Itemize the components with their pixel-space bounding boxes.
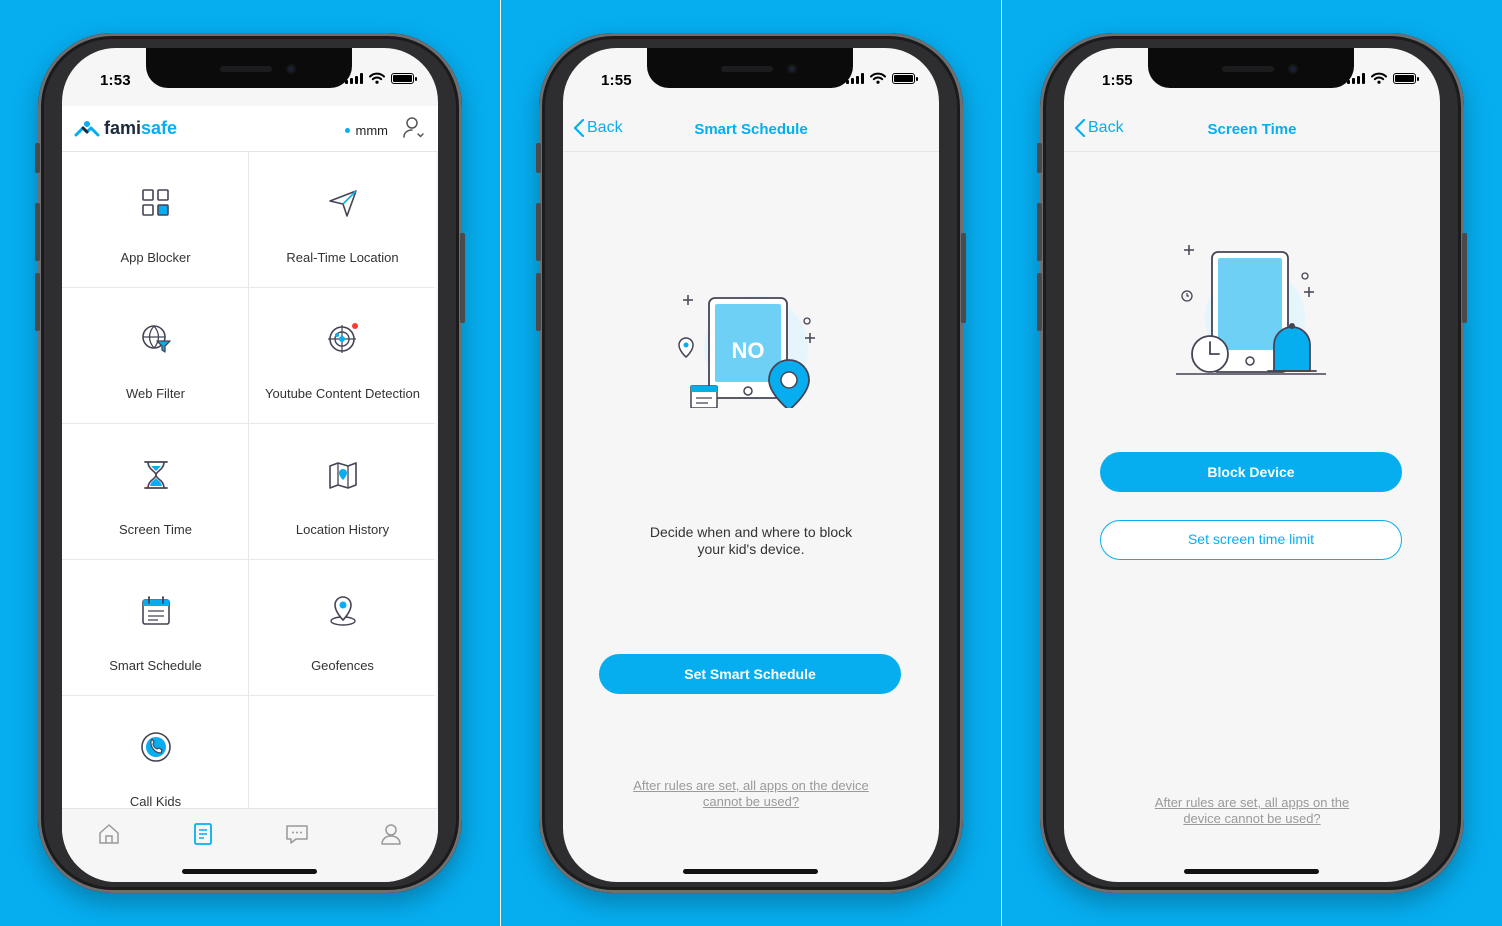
phone-screen: 1:53 famisafe mmm App Blocker Real-Time … xyxy=(62,48,438,882)
grid-divider xyxy=(62,695,434,696)
description-line: your kid's device. xyxy=(697,541,805,557)
mute-switch xyxy=(35,143,40,173)
grid-divider xyxy=(62,559,434,560)
app-blocker-icon xyxy=(141,189,169,216)
user-settings-icon[interactable] xyxy=(402,116,426,140)
help-line: cannot be used? xyxy=(702,794,800,809)
tile-label: Real-Time Location xyxy=(286,250,399,265)
status-time: 1:55 xyxy=(1102,72,1133,89)
tile-label: App Blocker xyxy=(120,250,191,265)
help-link[interactable]: After rules are set, all apps on the dev… xyxy=(563,778,939,810)
volume-up-button xyxy=(35,203,40,261)
volume-down-button xyxy=(1037,273,1042,331)
power-button xyxy=(961,233,966,323)
mute-switch xyxy=(1037,143,1042,173)
tile-screen-time[interactable]: Screen Time xyxy=(62,424,249,559)
wifi-icon xyxy=(369,72,385,84)
tile-label: Geofences xyxy=(311,658,374,673)
panel-smart-schedule: 1:55 Back Smart Schedule NO Decide when … xyxy=(501,0,1001,926)
app-header: famisafe mmm xyxy=(62,106,438,152)
description-line: Decide when and where to block xyxy=(649,524,853,540)
power-button xyxy=(1462,233,1467,323)
grid-divider xyxy=(62,287,434,288)
panel-app-features: 1:53 famisafe mmm App Blocker Real-Time … xyxy=(0,0,500,926)
messages-icon[interactable] xyxy=(284,821,310,847)
battery-icon xyxy=(1393,72,1419,84)
power-button xyxy=(460,233,465,323)
web-filter-icon xyxy=(141,325,171,353)
no-badge-text: NO xyxy=(732,338,765,363)
status-time: 1:53 xyxy=(100,72,131,89)
account-icon[interactable] xyxy=(378,821,404,847)
notch xyxy=(1148,48,1354,88)
status-time: 1:55 xyxy=(601,72,632,89)
famisafe-logo-icon xyxy=(74,120,100,136)
famisafe-logo: famisafe xyxy=(74,118,177,139)
panel-screen-time: 1:55 Back Screen Time Block Device Set s… xyxy=(1002,0,1502,926)
tile-geofences[interactable]: Geofences xyxy=(249,560,436,695)
help-link[interactable]: After rules are set, all apps on the dev… xyxy=(1064,795,1440,827)
notch xyxy=(647,48,853,88)
tile-app-blocker[interactable]: App Blocker xyxy=(62,152,249,287)
grid-divider xyxy=(248,152,249,832)
notch xyxy=(146,48,352,88)
grid-divider xyxy=(62,423,434,424)
nav-bar: Back Smart Schedule xyxy=(563,106,939,152)
home-indicator[interactable] xyxy=(182,869,317,874)
phone-frame: 1:53 famisafe mmm App Blocker Real-Time … xyxy=(35,33,465,893)
page-title: Smart Schedule xyxy=(694,121,808,138)
wifi-icon xyxy=(1371,72,1387,84)
calendar-icon xyxy=(141,596,170,625)
logo-text-fami: fami xyxy=(104,118,142,138)
features-icon[interactable] xyxy=(190,821,216,847)
help-line: device cannot be used? xyxy=(1183,811,1321,826)
home-indicator[interactable] xyxy=(1184,869,1319,874)
tile-label: Call Kids xyxy=(129,794,182,809)
battery-icon xyxy=(892,72,918,84)
phone-frame: 1:55 Back Smart Schedule NO Decide when … xyxy=(536,33,966,893)
tile-location-history[interactable]: Location History xyxy=(249,424,436,559)
smart-schedule-illustration: NO xyxy=(678,295,815,408)
tile-label: Smart Schedule xyxy=(109,658,202,673)
tile-web-filter[interactable]: Web Filter xyxy=(62,288,249,423)
wifi-icon xyxy=(870,72,886,84)
radar-icon xyxy=(327,323,358,353)
paper-plane-icon xyxy=(328,190,357,217)
logo-text-safe: safe xyxy=(141,118,178,138)
description: Decide when and where to block your kid'… xyxy=(563,524,939,558)
phone-call-icon xyxy=(140,732,171,762)
tile-label: Location History xyxy=(295,522,390,537)
mute-switch xyxy=(536,143,541,173)
volume-down-button xyxy=(536,273,541,331)
tile-youtube-content-detection[interactable]: Youtube Content Detection xyxy=(249,288,436,423)
map-icon xyxy=(328,462,357,489)
child-selector[interactable]: mmm xyxy=(344,123,389,138)
home-indicator[interactable] xyxy=(683,869,818,874)
battery-icon xyxy=(391,72,417,84)
set-screen-time-limit-button[interactable]: Set screen time limit xyxy=(1100,520,1402,560)
help-line: After rules are set, all apps on the xyxy=(1154,795,1350,810)
screen-time-illustration xyxy=(1176,245,1326,375)
phone-frame: 1:55 Back Screen Time Block Device Set s… xyxy=(1037,33,1467,893)
online-dot xyxy=(344,128,350,133)
phone-screen: 1:55 Back Screen Time Block Device Set s… xyxy=(1064,48,1440,882)
tile-smart-schedule[interactable]: Smart Schedule xyxy=(62,560,249,695)
volume-up-button xyxy=(1037,203,1042,261)
help-line: After rules are set, all apps on the dev… xyxy=(633,778,869,793)
page-title: Screen Time xyxy=(1207,121,1297,138)
set-smart-schedule-button[interactable]: Set Smart Schedule xyxy=(599,654,901,694)
volume-down-button xyxy=(35,273,40,331)
child-name: mmm xyxy=(355,123,389,138)
tile-label: Web Filter xyxy=(126,386,185,401)
tile-real-time-location[interactable]: Real-Time Location xyxy=(249,152,436,287)
hourglass-icon xyxy=(143,461,168,489)
volume-up-button xyxy=(536,203,541,261)
tile-label: Youtube Content Detection xyxy=(265,386,420,401)
phone-screen: 1:55 Back Smart Schedule NO Decide when … xyxy=(563,48,939,882)
nav-bar: Back Screen Time xyxy=(1064,106,1440,152)
home-icon[interactable] xyxy=(96,821,122,847)
block-device-button[interactable]: Block Device xyxy=(1100,452,1402,492)
location-pin-icon xyxy=(329,596,356,626)
tile-label: Screen Time xyxy=(119,522,192,537)
